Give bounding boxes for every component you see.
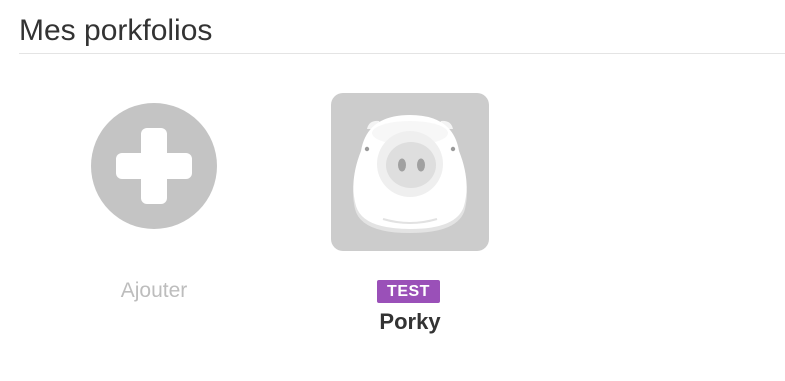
title-divider [19,53,785,54]
pig-face-icon [353,115,467,233]
portfolio-avatar[interactable] [331,93,489,251]
add-portfolio-label[interactable]: Ajouter [78,278,230,304]
page-title: Mes porkfolios [19,14,213,47]
status-badge: TEST [377,280,440,303]
portfolio-card[interactable]: TEST Porky [330,93,490,343]
portfolio-name[interactable]: Porky [330,308,490,336]
plus-circle-icon[interactable] [91,103,217,229]
add-portfolio-button[interactable]: Ajouter [78,93,230,313]
